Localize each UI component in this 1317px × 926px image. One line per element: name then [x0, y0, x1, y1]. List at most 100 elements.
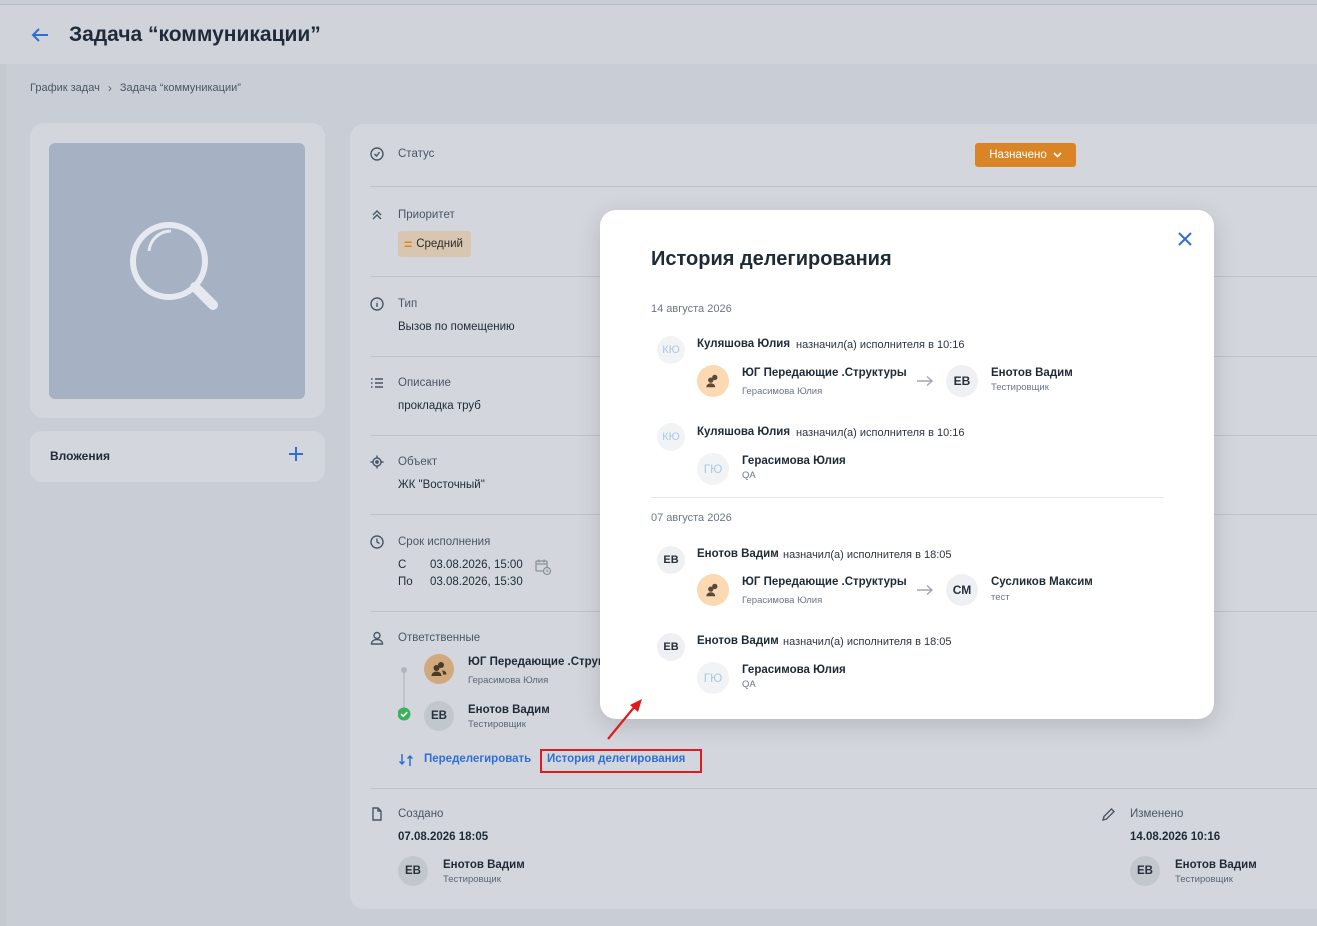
breadcrumb-item-schedule[interactable]: График задач — [30, 82, 100, 94]
avatar: ЕВ — [424, 701, 454, 731]
breadcrumb: График задач › Задача “коммуникации” — [30, 81, 241, 95]
divider — [370, 186, 1317, 187]
delegation-history-modal: История делегирования 14 августа 2026 КЮ… — [600, 210, 1214, 719]
created-by-sub: Тестировщик — [443, 874, 501, 885]
arrow-right-icon — [917, 584, 934, 596]
calendar-clock-icon[interactable] — [534, 558, 552, 576]
attachments-card: Вложения — [30, 431, 325, 482]
clock-icon — [370, 535, 384, 549]
to-value: 03.08.2026, 15:30 — [430, 576, 523, 588]
history-assignee-sub: QA — [742, 470, 756, 481]
avatar: ЕВ — [398, 856, 428, 886]
from-prefix: С — [398, 559, 407, 571]
history-author: Енотов Вадим — [697, 548, 779, 560]
status-dropdown[interactable]: Назначено — [975, 143, 1076, 167]
highlight-box — [540, 749, 702, 773]
list-icon — [371, 378, 383, 388]
avatar: ГЮ — [697, 662, 729, 694]
chevrons-up-icon — [372, 210, 382, 220]
annotation-arrow-icon — [607, 699, 642, 740]
to-prefix: По — [398, 576, 413, 588]
modified-date: 14.08.2026 10:16 — [1130, 831, 1221, 843]
target-icon — [370, 455, 384, 469]
back-arrow-icon[interactable] — [28, 23, 52, 47]
history-assignee-name: Герасимова Юлия — [742, 455, 846, 467]
deadline-label: Срок исполнения — [398, 536, 491, 548]
created-by-name: Енотов Вадим — [443, 859, 525, 871]
history-to-name: Енотов Вадим — [991, 367, 1073, 379]
avatar: ЕВ — [946, 365, 978, 397]
redelegate-link[interactable]: Переделегировать — [424, 753, 531, 765]
group-avatar — [424, 654, 454, 684]
history-from-sub: Герасимова Юлия — [742, 595, 823, 606]
avatar: ЕВ — [657, 546, 685, 574]
avatar: ЕВ — [657, 633, 685, 661]
modified-by-name: Енотов Вадим — [1175, 859, 1257, 871]
file-icon — [372, 807, 382, 821]
modal-title: История делегирования — [651, 248, 892, 270]
top-bar: Задача “коммуникации” — [0, 4, 1317, 64]
divider — [370, 788, 1317, 789]
created-date: 07.08.2026 18:05 — [398, 831, 489, 843]
history-to-sub: Тестировщик — [991, 382, 1049, 393]
magnifier-icon — [130, 222, 218, 310]
history-from-sub: Герасимова Юлия — [742, 386, 823, 397]
modified-label: Изменено — [1130, 808, 1184, 820]
avatar: КЮ — [657, 423, 685, 451]
object-label: Объект — [398, 456, 438, 468]
pencil-icon — [1101, 808, 1115, 822]
priority-value: Средний — [416, 238, 463, 250]
description-value: прокладка труб — [398, 400, 481, 412]
priority-label: Приоритет — [398, 209, 455, 221]
priority-chip[interactable]: = Средний — [398, 231, 471, 257]
close-icon[interactable] — [1176, 230, 1194, 248]
history-author: Енотов Вадим — [697, 635, 779, 647]
page-title: Задача “коммуникации” — [69, 23, 321, 46]
info-icon — [370, 297, 384, 311]
history-assignee-name: Герасимова Юлия — [742, 664, 846, 676]
group-avatar — [697, 365, 729, 397]
type-value: Вызов по помещению — [398, 321, 515, 333]
history-author: Куляшова Юлия — [697, 338, 791, 350]
plus-icon[interactable] — [285, 443, 307, 465]
divider — [651, 497, 1164, 498]
history-action: назначил(а) исполнителя в 18:05 — [783, 636, 952, 648]
created-label: Создано — [398, 808, 444, 820]
chevron-down-icon — [1053, 152, 1062, 158]
equals-icon: = — [404, 236, 413, 252]
group-icon — [706, 374, 718, 388]
group-icon — [706, 583, 718, 597]
attachments-label: Вложения — [50, 449, 110, 463]
history-assignee-sub: QA — [742, 679, 756, 690]
check-circle-icon — [370, 147, 384, 161]
breadcrumb-item-current: Задача “коммуникации” — [119, 82, 241, 94]
status-label: Статус — [398, 148, 435, 160]
avatar: КЮ — [657, 336, 685, 364]
redelegate-icon[interactable] — [398, 752, 414, 768]
history-author: Куляшова Юлия — [697, 426, 791, 438]
user-icon — [370, 631, 384, 645]
group-icon — [431, 662, 447, 676]
image-card — [30, 123, 325, 418]
history-to-name: Сусликов Максим — [991, 576, 1093, 588]
from-value: 03.08.2026, 15:00 — [430, 559, 523, 571]
object-value: ЖК "Восточный" — [398, 479, 485, 491]
chain-line — [398, 667, 411, 721]
history-from-name: ЮГ Передающие .Структуры — [742, 576, 907, 588]
avatar: ГЮ — [697, 453, 729, 485]
avatar: СМ — [946, 574, 978, 606]
type-label: Тип — [398, 298, 418, 310]
chevron-right-icon: › — [107, 81, 112, 95]
deadline-to: По 03.08.2026, 15:30 — [398, 576, 523, 588]
deadline-from: С 03.08.2026, 15:00 — [398, 559, 523, 571]
modified-by-sub: Тестировщик — [1175, 874, 1233, 885]
responsible-sub-1: Герасимова Юлия — [468, 675, 549, 686]
image-placeholder[interactable] — [49, 143, 305, 399]
group-avatar — [697, 574, 729, 606]
history-action: назначил(а) исполнителя в 18:05 — [783, 549, 952, 561]
description-label: Описание — [398, 377, 451, 389]
status-value: Назначено — [989, 149, 1047, 161]
avatar: ЕВ — [1130, 856, 1160, 886]
responsible-label: Ответственные — [398, 632, 481, 644]
responsible-name-2: Енотов Вадим — [468, 704, 550, 716]
